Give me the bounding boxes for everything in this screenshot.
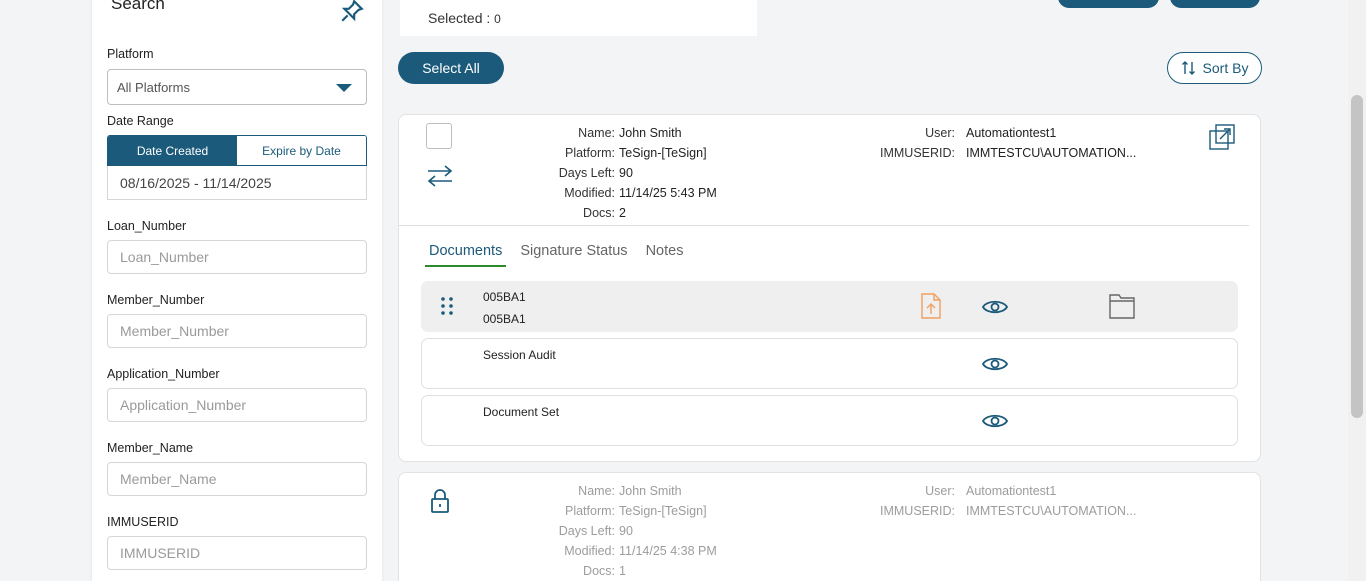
- upload-file-icon[interactable]: [920, 292, 942, 320]
- modified-value: 11/14/25 5:43 PM: [619, 186, 717, 200]
- platform-value: TeSign-[TeSign]: [619, 504, 707, 518]
- document-row[interactable]: Session Audit: [421, 338, 1238, 389]
- date-created-tab[interactable]: Date Created: [108, 136, 237, 165]
- member-name-input[interactable]: Member_Name: [107, 462, 367, 496]
- envelope-card-locked: Name: John Smith Platform: TeSign-[TeSign]…: [398, 472, 1261, 581]
- eye-icon[interactable]: [982, 412, 1008, 430]
- eye-icon[interactable]: [982, 355, 1008, 373]
- date-range-input[interactable]: 08/16/2025 - 11/14/2025: [107, 166, 367, 200]
- application-number-input[interactable]: Application_Number: [107, 388, 367, 422]
- document-tabs: Documents Signature Status Notes: [425, 241, 697, 267]
- tab-notes[interactable]: Notes: [642, 241, 688, 267]
- user-value: Automationtest1: [966, 126, 1057, 140]
- immuserid-value: IMMTESTCU\AUTOMATION...: [966, 504, 1137, 518]
- expire-by-date-tab[interactable]: Expire by Date: [237, 136, 366, 165]
- select-checkbox[interactable]: [426, 123, 452, 149]
- member-name-label: Member_Name: [107, 441, 194, 455]
- lock-icon: [431, 489, 449, 513]
- loan-number-label: Loan_Number: [107, 219, 187, 233]
- envelope-user-details: User: Automationtest1 IMMUSERID: IMMTESTCU…: [869, 123, 1136, 163]
- days-left-value: 90: [619, 166, 633, 180]
- envelope-details: Name: John Smith Platform: TeSign-[TeSign]…: [529, 123, 717, 223]
- envelope-card: Name: John Smith Platform: TeSign-[TeSign]…: [398, 114, 1261, 462]
- user-value: Automationtest1: [966, 484, 1057, 498]
- top-action-button-2[interactable]: [1170, 0, 1260, 8]
- document-name: 005BA1: [483, 290, 526, 304]
- immuserid-label: IMMUSERID: [107, 515, 179, 529]
- platform-value: TeSign-[TeSign]: [619, 146, 707, 160]
- platform-select[interactable]: All Platforms: [107, 69, 367, 105]
- sidebar-title: Search: [111, 0, 165, 13]
- envelope-details: Name: John Smith Platform: TeSign-[TeSign]…: [529, 481, 717, 581]
- sort-icon: [1181, 61, 1195, 75]
- card-divider: [399, 225, 1249, 226]
- modified-value: 11/14/25 4:38 PM: [619, 544, 717, 558]
- document-row[interactable]: Document Set: [421, 395, 1238, 446]
- days-left-value: 90: [619, 524, 633, 538]
- select-all-button[interactable]: Select All: [398, 52, 504, 84]
- sort-by-label: Sort By: [1202, 60, 1249, 76]
- name-value: John Smith: [619, 126, 682, 140]
- scrollbar-track[interactable]: [1348, 0, 1366, 581]
- date-type-toggle: Date Created Expire by Date: [107, 135, 367, 166]
- member-number-input[interactable]: Member_Number: [107, 314, 367, 348]
- loan-number-input[interactable]: Loan_Number: [107, 240, 367, 274]
- open-external-icon[interactable]: [1208, 123, 1236, 151]
- date-range-label: Date Range: [107, 114, 174, 128]
- application-number-label: Application_Number: [107, 367, 220, 381]
- folder-icon[interactable]: [1109, 293, 1135, 319]
- scrollbar-thumb[interactable]: [1351, 95, 1363, 418]
- selected-count-text: Selected : 0: [428, 10, 501, 26]
- transfer-icon[interactable]: [426, 163, 454, 189]
- drag-handle-icon[interactable]: [440, 296, 454, 316]
- sort-by-button[interactable]: Sort By: [1167, 52, 1262, 84]
- document-name: Document Set: [483, 405, 560, 419]
- platform-label: Platform: [107, 47, 154, 61]
- document-name: Session Audit: [483, 348, 556, 362]
- platform-value: All Platforms: [117, 79, 190, 95]
- top-action-button-1[interactable]: [1058, 0, 1159, 8]
- envelope-user-details: User: Automationtest1 IMMUSERID: IMMTESTCU…: [869, 481, 1136, 521]
- tab-documents[interactable]: Documents: [425, 241, 507, 267]
- selection-summary: Selected : 0: [400, 0, 757, 36]
- eye-icon[interactable]: [982, 298, 1008, 316]
- pin-icon[interactable]: [339, 0, 365, 24]
- tab-signature-status[interactable]: Signature Status: [516, 241, 631, 267]
- docs-value: 1: [619, 564, 626, 578]
- immuserid-value: IMMTESTCU\AUTOMATION...: [966, 146, 1137, 160]
- document-subname: 005BA1: [483, 312, 526, 326]
- chevron-down-icon: [336, 84, 352, 92]
- member-number-label: Member_Number: [107, 293, 205, 307]
- immuserid-input[interactable]: IMMUSERID: [107, 536, 367, 570]
- name-value: John Smith: [619, 484, 682, 498]
- search-sidebar: Search Platform All Platforms Date Range…: [92, 0, 382, 581]
- docs-value: 2: [619, 206, 626, 220]
- document-row[interactable]: 005BA1 005BA1: [421, 281, 1238, 332]
